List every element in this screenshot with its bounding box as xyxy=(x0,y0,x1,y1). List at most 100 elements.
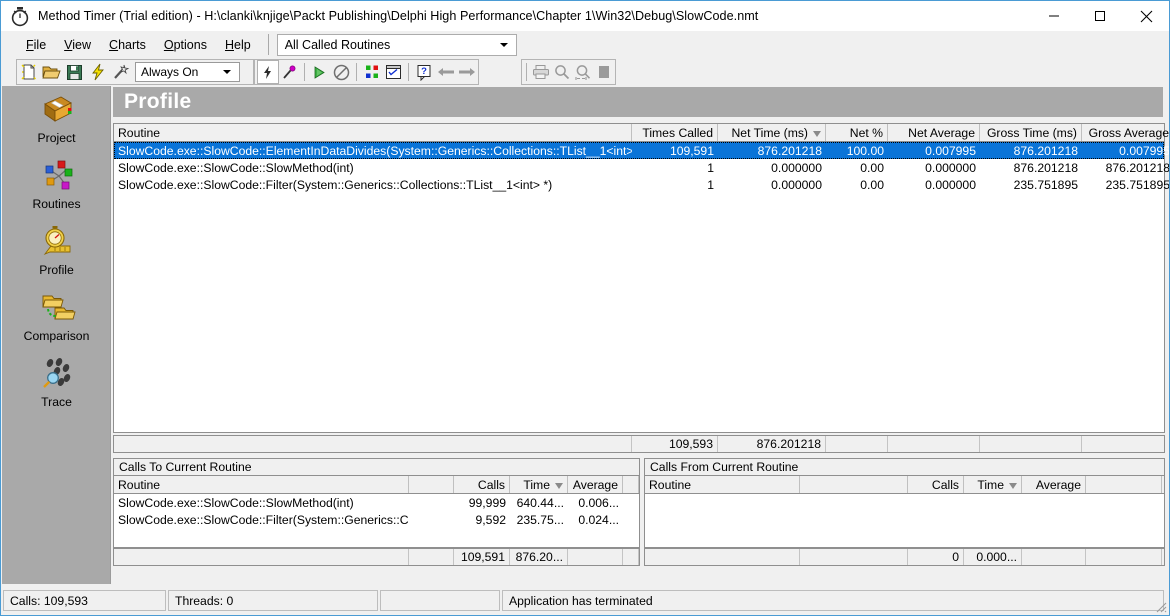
magnifier-icon[interactable] xyxy=(552,60,573,84)
summary-cell xyxy=(568,549,623,565)
toolbar-group-print xyxy=(521,59,616,85)
new-document-icon[interactable] xyxy=(17,60,40,84)
column-header[interactable]: Net % xyxy=(826,124,888,141)
maximize-button[interactable] xyxy=(1077,1,1123,31)
menu-charts[interactable]: Charts xyxy=(100,35,155,55)
lightning-bolt-icon[interactable] xyxy=(86,60,109,84)
column-header[interactable] xyxy=(409,476,454,493)
table-row[interactable]: SlowCode.exe::SlowCode::SlowMethod(int) 1… xyxy=(114,159,1169,176)
calls-to-header[interactable]: Routine Calls Time Average xyxy=(114,476,639,494)
column-header-label: Net Average xyxy=(908,126,975,140)
column-header[interactable]: Time xyxy=(510,476,568,493)
four-squares-icon[interactable] xyxy=(361,60,383,84)
calls-from-grid[interactable]: Routine Calls Time Average xyxy=(644,476,1165,548)
summary-cell xyxy=(645,549,800,565)
table-cell: 0.007995 xyxy=(1119,143,1170,158)
profile-grid-header[interactable]: Routine Times Called Net Time (ms) Net % Net… xyxy=(114,124,1169,142)
column-header-label: Average xyxy=(1035,478,1081,492)
table-cell: 235.751895 xyxy=(1013,177,1078,192)
table-cell: 876.201218 xyxy=(1105,160,1170,175)
minimize-button[interactable] xyxy=(1031,1,1077,31)
sort-descending-icon xyxy=(555,483,563,489)
menu-view[interactable]: View xyxy=(55,35,100,55)
printer-icon[interactable] xyxy=(531,60,552,84)
menu-help[interactable]: Help xyxy=(216,35,260,55)
calls-from-header[interactable]: Routine Calls Time Average xyxy=(645,476,1164,494)
table-cell: 876.201218 xyxy=(1013,160,1078,175)
column-header[interactable]: Calls xyxy=(454,476,510,493)
arrow-left-icon[interactable] xyxy=(435,60,457,84)
menu-options[interactable]: Options xyxy=(155,35,216,55)
close-button[interactable] xyxy=(1123,1,1169,31)
sidebar-item-project[interactable]: Project xyxy=(2,86,111,152)
column-header[interactable]: Average xyxy=(568,476,623,493)
no-entry-icon[interactable] xyxy=(331,60,353,84)
table-row[interactable]: SlowCode.exe::SlowCode::SlowMethod(int) 9… xyxy=(114,494,639,511)
menu-file[interactable]: File xyxy=(17,35,55,55)
summary-cell xyxy=(623,549,639,565)
column-header-label: Gross Time (ms) xyxy=(986,126,1077,140)
summary-cell: 0.000... xyxy=(964,549,1022,565)
sidebar: Project Routines Profile Comparison Trac… xyxy=(2,86,111,584)
column-header[interactable]: Calls xyxy=(908,476,964,493)
column-header[interactable]: Routine xyxy=(645,476,800,493)
question-balloon-icon[interactable]: ? xyxy=(413,60,435,84)
column-header[interactable]: Gross Time (ms) xyxy=(980,124,1082,141)
profile-grid-body[interactable]: SlowCode.exe::SlowCode::ElementInDataDiv… xyxy=(114,142,1169,193)
summary-cell xyxy=(1082,436,1169,452)
sidebar-item-routines[interactable]: Routines xyxy=(2,152,111,218)
column-header[interactable]: Routine xyxy=(114,124,632,141)
resize-grip[interactable] xyxy=(1153,599,1167,613)
table-cell: 0.024... xyxy=(578,512,619,527)
column-header[interactable]: Net Time (ms) xyxy=(718,124,826,141)
open-folder-icon[interactable] xyxy=(40,60,63,84)
summary-cell xyxy=(826,436,888,452)
floppy-save-icon[interactable] xyxy=(63,60,86,84)
stop-square-icon[interactable] xyxy=(594,60,615,84)
column-header[interactable] xyxy=(1086,476,1162,493)
column-header[interactable] xyxy=(623,476,639,493)
profile-grid-summary: 109,593 876.201218 xyxy=(113,435,1165,453)
status-bar: Calls: 109,593 Threads: 0 Application ha… xyxy=(2,586,1169,615)
summary-cell xyxy=(888,436,980,452)
calls-to-body[interactable]: SlowCode.exe::SlowCode::SlowMethod(int) 9… xyxy=(114,494,639,528)
table-row[interactable]: SlowCode.exe::SlowCode::Filter(System::G… xyxy=(114,511,639,528)
column-header[interactable]: Gross Average xyxy=(1082,124,1169,141)
chevron-down-icon xyxy=(499,42,508,47)
column-header[interactable]: Routine xyxy=(114,476,409,493)
column-header[interactable]: Net Average xyxy=(888,124,980,141)
table-cell: 99,999 xyxy=(468,495,506,510)
calls-from-panel: Calls From Current Routine Routine Calls T… xyxy=(644,458,1165,569)
title-bar: Method Timer (Trial edition) - H:\clanki… xyxy=(1,1,1169,31)
routine-filter-combobox[interactable]: All Called Routines xyxy=(276,33,517,56)
lightning-small-icon[interactable] xyxy=(257,60,279,84)
profiling-mode-value: Always On xyxy=(141,65,199,79)
column-header[interactable]: Times Called xyxy=(632,124,718,141)
pin-icon[interactable] xyxy=(279,60,301,84)
footprints-magnifier-icon xyxy=(37,356,77,394)
profiling-mode-combobox[interactable]: Always On xyxy=(135,62,240,82)
calls-to-grid[interactable]: Routine Calls Time Average SlowCode.exe::Sl… xyxy=(113,476,640,548)
table-row[interactable]: SlowCode.exe::SlowCode::ElementInDataDiv… xyxy=(114,142,1169,159)
profile-grid[interactable]: Routine Times Called Net Time (ms) Net % Net… xyxy=(113,123,1169,433)
sidebar-item-comparison[interactable]: Comparison xyxy=(2,284,111,350)
sidebar-item-trace[interactable]: Trace xyxy=(2,350,111,416)
toolbar-group-file: Always On xyxy=(16,59,254,85)
summary-cell xyxy=(980,436,1082,452)
arrow-right-icon[interactable] xyxy=(456,60,478,84)
column-header[interactable]: Time xyxy=(964,476,1022,493)
column-header[interactable] xyxy=(800,476,908,493)
column-header[interactable]: Average xyxy=(1022,476,1086,493)
stopwatch-ruler-icon xyxy=(37,224,77,262)
table-cell: 0.00 xyxy=(860,177,884,192)
magnifier-fit-icon[interactable] xyxy=(573,60,594,84)
checklist-window-icon[interactable] xyxy=(383,60,405,84)
sidebar-item-label: Trace xyxy=(41,395,72,409)
run-play-icon[interactable] xyxy=(309,60,331,84)
magic-wand-icon[interactable] xyxy=(109,60,132,84)
toolbar-divider xyxy=(408,63,410,81)
status-calls: Calls: 109,593 xyxy=(3,590,166,611)
column-header-label: Time xyxy=(523,478,550,492)
sidebar-item-profile[interactable]: Profile xyxy=(2,218,111,284)
table-row[interactable]: SlowCode.exe::SlowCode::Filter(System::G… xyxy=(114,176,1169,193)
